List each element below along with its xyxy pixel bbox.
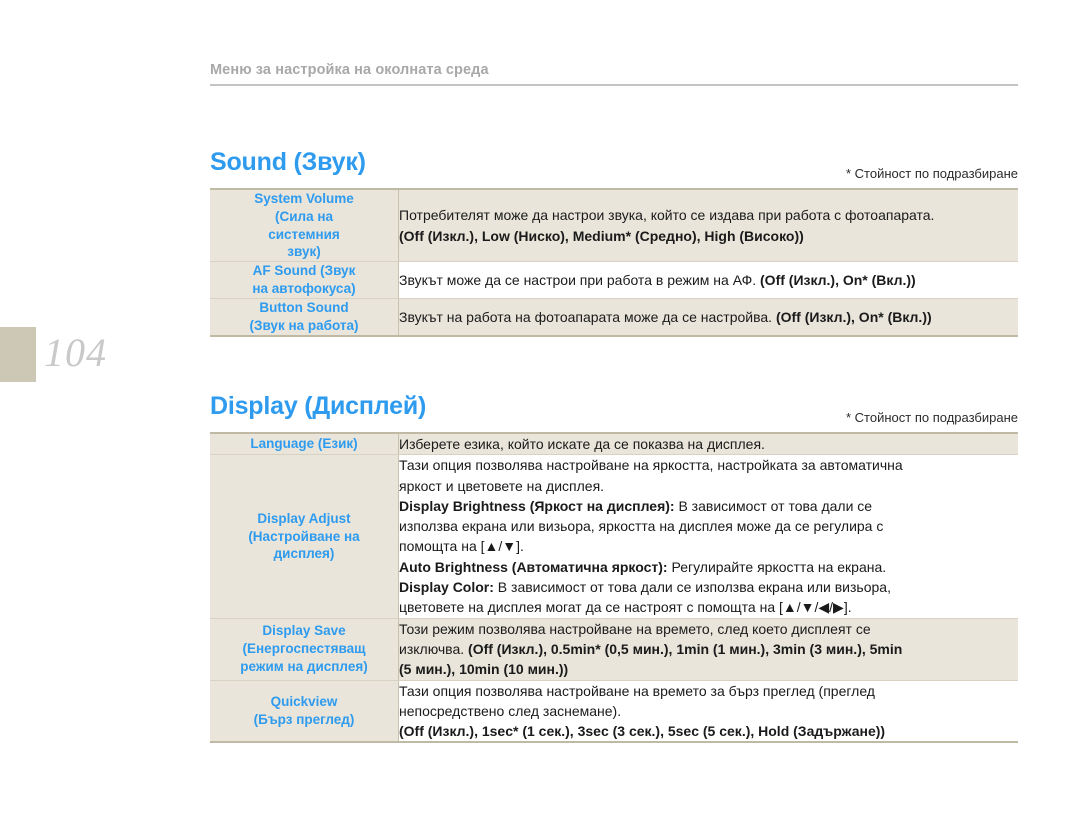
row-label-display-save: Display Save (Енергоспестяващ режим на д… (210, 618, 399, 681)
row-label-bg-line2: режим на дисплея) (240, 659, 368, 675)
row-label-bg-line2: системния (268, 226, 340, 242)
value-text: В зависимост от това дали се използва ек… (493, 579, 891, 596)
row-value-display-save: Този режим позволява настройване на врем… (398, 618, 1018, 681)
table-row: Display Adjust (Настройване на дисплея) … (210, 454, 1018, 619)
row-value-language: Изберете езика, който искате да се показ… (398, 433, 1018, 456)
table-row: AF Sound (Звук на автофокуса) Звукът мож… (210, 261, 1018, 299)
row-value-display-adjust: Тази опция позволява настройване на ярко… (398, 454, 1018, 619)
value-options: (Off (Изкл.), On* (Вкл.)) (760, 271, 916, 288)
running-header-title: Меню за настройка на околната среда (210, 62, 489, 78)
row-value-system-volume: Потребителят може да настрои звука, койт… (398, 189, 1018, 263)
row-label-en: System Volume (254, 191, 354, 206)
page-marker-block (0, 327, 36, 382)
section-display-title: Display (Дисплей) (210, 392, 427, 420)
value-text: Регулирайте яркостта на екрана. (667, 558, 887, 575)
value-line: непосредствено след заснемане). (399, 702, 622, 719)
value-options: (Off (Изкл.), 0.5min* (0,5 мин.), 1min (… (468, 640, 903, 657)
value-line-display-color: Display Color: В зависимост от това дали… (399, 577, 1018, 597)
value-line: Изберете езика, който искате да се показ… (399, 436, 765, 452)
row-label-en: Quickview (270, 694, 338, 710)
section-sound-header: Sound (Звук) * Стойност по подразбиране (210, 148, 1018, 188)
row-label-display-adjust: Display Adjust (Настройване на дисплея) (210, 454, 399, 619)
value-term: Display Brightness (Яркост на дисплея): (399, 497, 675, 514)
row-label-bg-line1: (Енергоспестяващ (242, 641, 366, 657)
value-line: използва екрана или визьора, яркостта на… (399, 518, 884, 535)
value-line-updown-keys: помощта на [▲/▼]. (399, 538, 524, 555)
row-label-en: AF Sound (Звук (252, 263, 356, 279)
value-line-options: изключва. (Off (Изкл.), 0.5min* (0,5 мин… (399, 639, 1018, 659)
row-label-quickview: Quickview (Бърз преглед) (210, 680, 399, 743)
row-label-language: Language (Език) (210, 433, 399, 456)
value-term: Display Color: (399, 579, 494, 596)
row-label-en: Button Sound (259, 299, 349, 315)
manual-page: 104 Меню за настройка на околната среда … (0, 0, 1080, 815)
row-label-en: Language (Език) (250, 436, 358, 452)
row-value-button-sound: Звукът на работа на фотоапарата може да … (398, 298, 1018, 336)
table-row: Quickview (Бърз преглед) Тази опция позв… (210, 680, 1018, 743)
value-options: (Off (Изкл.), 1sec* (1 сек.), 3sec (3 се… (399, 723, 886, 740)
row-label-bg-line1: (Сила на (274, 208, 334, 224)
section-sound-default-note: * Стойност по подразбиране (846, 166, 1018, 181)
display-settings-table: Language (Език) Изберете езика, който ис… (210, 432, 1018, 744)
value-text: В зависимост от това дали се (674, 497, 873, 514)
row-label-bg-line2: дисплея) (273, 546, 335, 562)
row-label-bg: на автофокуса) (252, 281, 356, 297)
table-row: Language (Език) Изберете езика, който ис… (210, 433, 1018, 456)
row-value-quickview: Тази опция позволява настройване на врем… (398, 680, 1018, 743)
value-term: Auto Brightness (Автоматична яркост): (399, 558, 668, 575)
sound-settings-table: System Volume (Сила на системния звук) П… (210, 188, 1018, 337)
value-line-options: (Off (Изкл.), Low (Ниско), Medium* (Сред… (399, 227, 804, 244)
row-label-button-sound: Button Sound (Звук на работа) (210, 298, 399, 336)
row-label-bg: (Звук на работа) (249, 317, 359, 333)
page-number: 104 (44, 330, 107, 375)
value-text: Звукът на работа на фотоапарата може да … (399, 308, 776, 325)
row-label-af-sound: AF Sound (Звук на автофокуса) (210, 261, 399, 299)
section-display-header: Display (Дисплей) * Стойност по подразби… (210, 392, 1018, 432)
value-options-cont: (5 мин.), 10min (10 мин.)) (399, 661, 569, 678)
value-line-auto-brightness: Auto Brightness (Автоматична яркост): Ре… (399, 557, 1018, 577)
row-value-af-sound: Звукът може да се настрои при работа в р… (398, 261, 1018, 299)
value-line: Тази опция позволява настройване на врем… (399, 682, 875, 699)
section-sound: Sound (Звук) * Стойност по подразбиране … (210, 148, 1018, 337)
section-display-default-note: * Стойност по подразбиране (846, 410, 1018, 425)
row-label-bg-line1: (Настройване на (248, 528, 360, 544)
row-label-bg: (Бърз преглед) (253, 712, 355, 727)
section-display: Display (Дисплей) * Стойност по подразби… (210, 392, 1018, 744)
running-header: Меню за настройка на околната среда (210, 62, 1018, 86)
value-line: яркост и цветовете на дисплея. (399, 477, 605, 494)
table-row: Display Save (Енергоспестяващ режим на д… (210, 618, 1018, 681)
value-text: изключва. (399, 640, 469, 657)
row-label-en: Display Save (262, 623, 346, 639)
value-line: Потребителят може да настрои звука, койт… (399, 207, 935, 224)
row-label-en: Display Adjust (257, 510, 351, 526)
value-line: Тази опция позволява настройване на ярко… (399, 457, 903, 474)
section-sound-title: Sound (Звук) (210, 148, 366, 176)
value-line: Този режим позволява настройване на врем… (399, 620, 871, 637)
header-divider (210, 84, 1018, 86)
table-row: Button Sound (Звук на работа) Звукът на … (210, 298, 1018, 336)
value-line-direction-keys: цветовете на дисплея могат да се настроя… (399, 599, 852, 616)
value-options: (Off (Изкл.), On* (Вкл.)) (775, 308, 932, 325)
row-label-system-volume: System Volume (Сила на системния звук) (210, 189, 399, 263)
value-line-brightness: Display Brightness (Яркост на дисплея): … (399, 496, 1018, 516)
row-label-bg-line3: звук) (287, 244, 321, 260)
table-row: System Volume (Сила на системния звук) П… (210, 189, 1018, 263)
value-text: Звукът може да се настрои при работа в р… (399, 271, 761, 288)
